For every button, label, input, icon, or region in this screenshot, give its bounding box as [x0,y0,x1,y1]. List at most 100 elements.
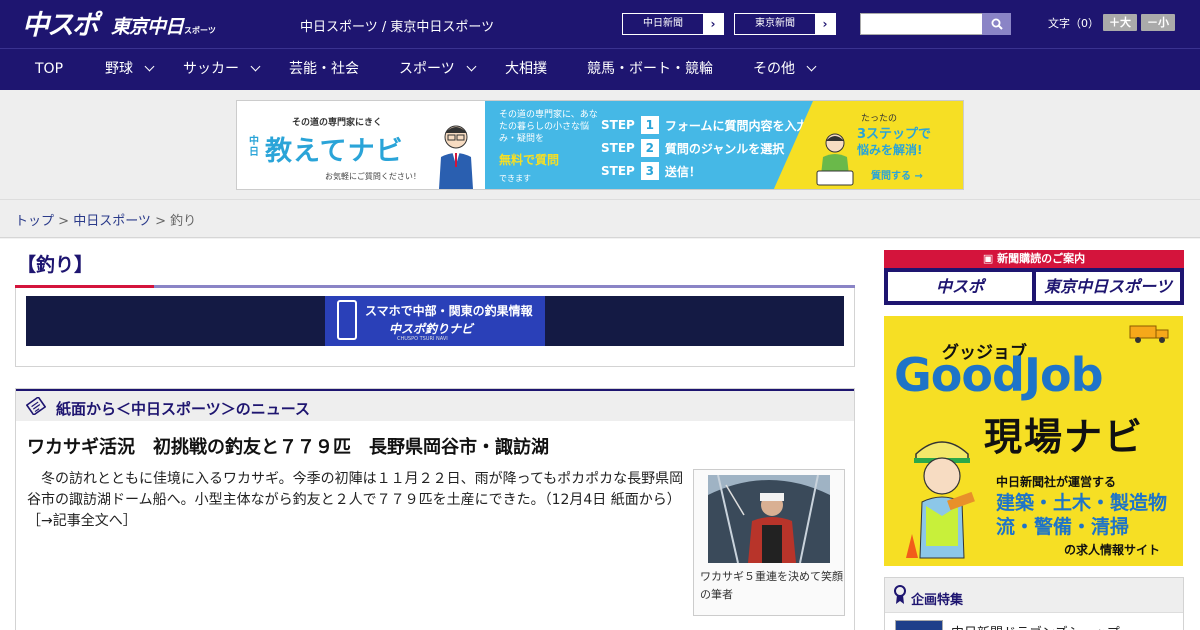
nav-label: 大相撲 [505,61,547,77]
font-larger-button[interactable]: ＋大 [1103,14,1137,31]
businessman-illustration-icon [439,125,473,189]
ad-step-number: 2 [640,139,659,157]
nav-item-sports[interactable]: スポーツ [399,49,477,90]
ad-step-3: STEP 3 送信！ [601,162,701,180]
news-section-title: 紙面から＜中日スポーツ＞のニュース [56,400,310,418]
site-links[interactable]: 中日スポーツ / 東京中日スポーツ [300,16,494,35]
ad-step-word: STEP [601,118,635,132]
logo-tokyo-chunichi: 東京中日 [111,16,184,38]
chevron-down-icon [250,61,261,72]
newspaper-icon: ▣ [982,252,998,265]
goodjob-sub2: 建築・土木・製造物流・警備・清掃 [996,492,1168,538]
category-rule-accent [15,285,154,288]
ad-ask-button[interactable]: 質問する → [871,167,923,182]
font-smaller-button[interactable]: －小 [1141,14,1175,31]
chunichi-shimbun-label: 中日新聞 [643,18,683,29]
breadcrumb-chunichi-link[interactable]: 中日スポーツ [73,214,151,229]
photo-caption: ワカサギ５重連を決めて笑顔の筆者 [700,570,843,601]
nav-label: スポーツ [399,61,455,77]
dragons-shop-thumbnail[interactable] [895,620,943,630]
ad-can: できます [499,174,531,183]
breadcrumb-top-link[interactable]: トップ [15,214,54,229]
page-title: 【釣り】 [17,254,94,276]
chevron-right-icon: › [703,14,723,34]
ad-area: その道の専門家にきく 中日 教えてナビ お気軽にご質問ください！ その道の専門家… [0,90,1200,200]
read-more-link[interactable]: ［→記事全文へ］ [27,513,137,529]
ad-lead: その道の専門家にきく [292,118,383,128]
chevron-down-icon [144,61,155,72]
subscription-header: ▣ 新聞購読のご案内 [884,250,1184,268]
ad-step-2: STEP 2 質問のジャンルを選択 [601,139,784,157]
ad-step-1: STEP 1 フォームに質問内容を入力 [601,116,808,134]
news-photo[interactable] [708,475,830,563]
breadcrumb: トップ > 中日スポーツ > 釣り [15,210,196,229]
special-features-title: 企画特集 [911,593,964,608]
site-header: 中スポ 東京中日 スポーツ 中日スポーツ / 東京中日スポーツ 中日新聞 › 東… [0,0,1200,48]
tsuri-banner-line2: 中スポ釣りナビ [389,322,474,336]
tsuri-banner-line1: スマホで中部・関東の釣果情報 [365,304,533,318]
ad-chu: 中日 [249,136,259,158]
news-section: 紙面から＜中日スポーツ＞のニュース ワカサギ活況 初挑戦の釣友と７７９匹 長野県… [15,388,855,630]
truck-icon [1129,325,1169,343]
nav-item-sumo[interactable]: 大相撲 [505,49,547,90]
nav-label: 芸能・社会 [289,61,359,77]
breadcrumb-area: トップ > 中日スポーツ > 釣り [0,200,1200,238]
goodjob-logo: GoodJob [894,348,1104,402]
ad-panel-cta: たったの 3ステップで 悩みを解消! 質問する → [773,101,963,189]
laptop-person-icon [816,133,854,186]
ad-brand: 教えてナビ [265,136,404,167]
nav-label: 野球 [105,61,133,77]
nav-item-other[interactable]: その他 [753,49,817,90]
oshiete-navi-ad[interactable]: その道の専門家にきく 中日 教えてナビ お気軽にご質問ください！ その道の専門家… [236,100,964,190]
nav-item-racing[interactable]: 競馬・ボート・競輪 [587,49,713,90]
subscription-box: ▣ 新聞購読のご案内 中スポ 東京中日スポーツ [884,250,1184,305]
ad-step-word: STEP [601,164,635,178]
news-headline[interactable]: ワカサギ活況 初挑戦の釣友と７７９匹 長野県岡谷市・諏訪湖 [27,433,549,459]
special-features-header: 企画特集 [885,578,1183,613]
search-form [860,13,1011,35]
news-section-header: 紙面から＜中日スポーツ＞のニュース [16,389,854,421]
ad-step-text: 質問のジャンルを選択 [664,141,785,156]
news-body-text: 冬の訪れとともに佳境に入るワカサギ。今季の初陣は１１月２２日、雨が降ってもポカポ… [27,471,684,508]
special-feature-link[interactable]: 中日新聞ドラゴンズショップ [951,622,1120,630]
chevron-down-icon [466,61,477,72]
chunichi-shimbun-button[interactable]: 中日新聞 › [622,13,724,35]
goodjob-sub1: 中日新聞社が運営する [996,475,1117,489]
ad-ask: お気軽にご質問ください！ [325,172,421,181]
search-icon [991,18,1003,30]
nav-item-baseball[interactable]: 野球 [105,49,155,90]
special-features-box: 企画特集 中日新聞ドラゴンズショップ [884,577,1184,630]
nav-item-soccer[interactable]: サッカー [183,49,261,90]
tokyo-shimbun-button[interactable]: 東京新聞 › [734,13,836,35]
ad-step-number: 1 [640,116,659,134]
subscription-header-text: 新聞購読のご案内 [997,252,1086,265]
search-button[interactable] [982,13,1011,35]
newspaper-icon [26,397,46,415]
ad-desc: その道の専門家に、あなたの暮らしの小さな悩み・疑問を [499,110,598,144]
ad-step-text: 送信！ [664,164,701,179]
search-input[interactable] [860,13,982,35]
font-size-label: 文字（0） [1048,16,1099,30]
ad-free: 無料で質問 [499,153,560,167]
smartphone-icon [337,300,357,340]
nav-label: その他 [753,61,795,77]
nav-item-entertainment[interactable]: 芸能・社会 [289,49,359,90]
goodjob-ad[interactable]: グッジョブ GoodJob 現場ナビ 中日新聞社が運営する 建築・土木・製造物流… [884,316,1183,566]
ad-panel-brand: その道の専門家にきく 中日 教えてナビ お気軽にご質問ください！ [237,101,485,189]
ad-step-number: 3 [640,162,659,180]
news-summary: 冬の訪れとともに佳境に入るワカサギ。今季の初陣は１１月２２日、雨が降ってもポカポ… [27,469,687,532]
nav-label: 競馬・ボート・競輪 [587,61,713,77]
logo-chuspo: 中スポ [22,10,99,41]
breadcrumb-separator: > [54,214,74,229]
ad-cta-solve: 悩みを解消! [857,143,923,157]
breadcrumb-current: 釣り [170,214,197,229]
tsuri-navi-banner[interactable]: スマホで中部・関東の釣果情報 中スポ釣りナビ CHUSPO TSURI NAVI [26,296,844,346]
ad-cta-steps: 3ステップで [857,127,932,142]
subscribe-tokyo-button[interactable]: 東京中日スポーツ [1036,272,1180,301]
ribbon-icon [894,585,906,604]
goodjob-title: 現場ナビ [984,415,1145,459]
chevron-down-icon [806,61,817,72]
site-logo[interactable]: 中スポ 東京中日 スポーツ [22,6,216,42]
nav-item-top[interactable]: TOP [35,49,63,90]
subscribe-chuspo-button[interactable]: 中スポ [888,272,1032,301]
